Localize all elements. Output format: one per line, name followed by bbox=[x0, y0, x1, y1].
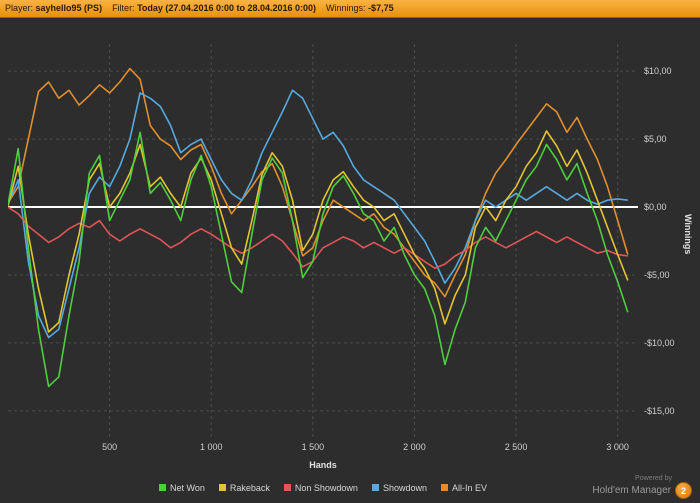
legend-label: Non Showdown bbox=[294, 482, 358, 493]
x-tick-label: 1 000 bbox=[199, 442, 223, 452]
legend-label: Net Won bbox=[170, 482, 205, 493]
y-axis-title: Winnings bbox=[683, 214, 693, 255]
x-axis-title: Hands bbox=[309, 460, 337, 470]
y-tick-label: -$15,00 bbox=[644, 405, 675, 416]
legend-item-showdown[interactable]: Showdown bbox=[371, 482, 427, 493]
chart-plot bbox=[8, 44, 638, 438]
status-bar: Player: sayhello95 (PS) Filter: Today (27… bbox=[0, 0, 700, 18]
player-value: sayhello95 (PS) bbox=[35, 3, 103, 13]
y-tick-label: -$10,00 bbox=[644, 337, 675, 348]
x-tick-label: 3 000 bbox=[606, 442, 629, 452]
filter-info: Filter: Today (27.04.2016 0:00 to 28.04.… bbox=[112, 3, 316, 13]
legend-swatch-icon bbox=[159, 484, 166, 491]
legend-label: All-In EV bbox=[451, 482, 487, 493]
y-tick-label: $0,00 bbox=[644, 202, 667, 213]
legend-item-all-in-ev[interactable]: All-In EV bbox=[440, 482, 487, 493]
legend-label: Rakeback bbox=[229, 482, 270, 493]
winnings-chart: $10,00 $5,00 $0,00 -$5,00 -$10,00 -$15,00 500… bbox=[0, 18, 700, 503]
filter-label: Filter: bbox=[112, 3, 135, 13]
y-tick-label: $5,00 bbox=[644, 134, 667, 145]
legend-swatch-icon bbox=[218, 484, 226, 491]
brand-name: Hold'em Manager bbox=[592, 485, 671, 496]
legend-label: Showdown bbox=[382, 482, 427, 493]
legend-item-rakeback[interactable]: Rakeback bbox=[218, 482, 270, 493]
y-tick-label: -$5,00 bbox=[644, 269, 670, 280]
brand-row: Hold'em Manager 2 bbox=[592, 482, 692, 499]
x-tick-label: 2 000 bbox=[403, 442, 426, 452]
legend: Net Won Rakeback Non Showdown Showdown All-I… bbox=[8, 478, 638, 496]
hm2-logo-icon: 2 bbox=[675, 482, 692, 499]
series-all-in-ev bbox=[8, 67, 629, 298]
x-tick-label: 2 500 bbox=[504, 442, 528, 452]
filter-value: Today (27.04.2016 0:00 to 28.04.2016 0:0… bbox=[137, 3, 317, 13]
legend-swatch-icon bbox=[371, 484, 379, 491]
legend-item-non-showdown[interactable]: Non Showdown bbox=[283, 482, 358, 493]
y-tick-label: $10,00 bbox=[644, 66, 672, 77]
powered-by-text: Powered by bbox=[635, 475, 672, 482]
series-showdown bbox=[8, 89, 628, 339]
legend-swatch-icon bbox=[283, 484, 291, 491]
winnings-info: Winnings: -$7,75 bbox=[326, 3, 394, 13]
powered-by: Powered by Hold'em Manager 2 bbox=[592, 475, 692, 499]
player-info: Player: sayhello95 (PS) bbox=[5, 3, 102, 13]
player-label: Player: bbox=[5, 3, 34, 13]
winnings-value: -$7,75 bbox=[368, 3, 394, 13]
winnings-label: Winnings: bbox=[326, 3, 366, 13]
legend-swatch-icon bbox=[440, 484, 448, 491]
legend-item-net-won[interactable]: Net Won bbox=[159, 483, 205, 493]
x-tick-label: 500 bbox=[102, 442, 118, 452]
x-tick-label: 1 500 bbox=[301, 442, 325, 452]
